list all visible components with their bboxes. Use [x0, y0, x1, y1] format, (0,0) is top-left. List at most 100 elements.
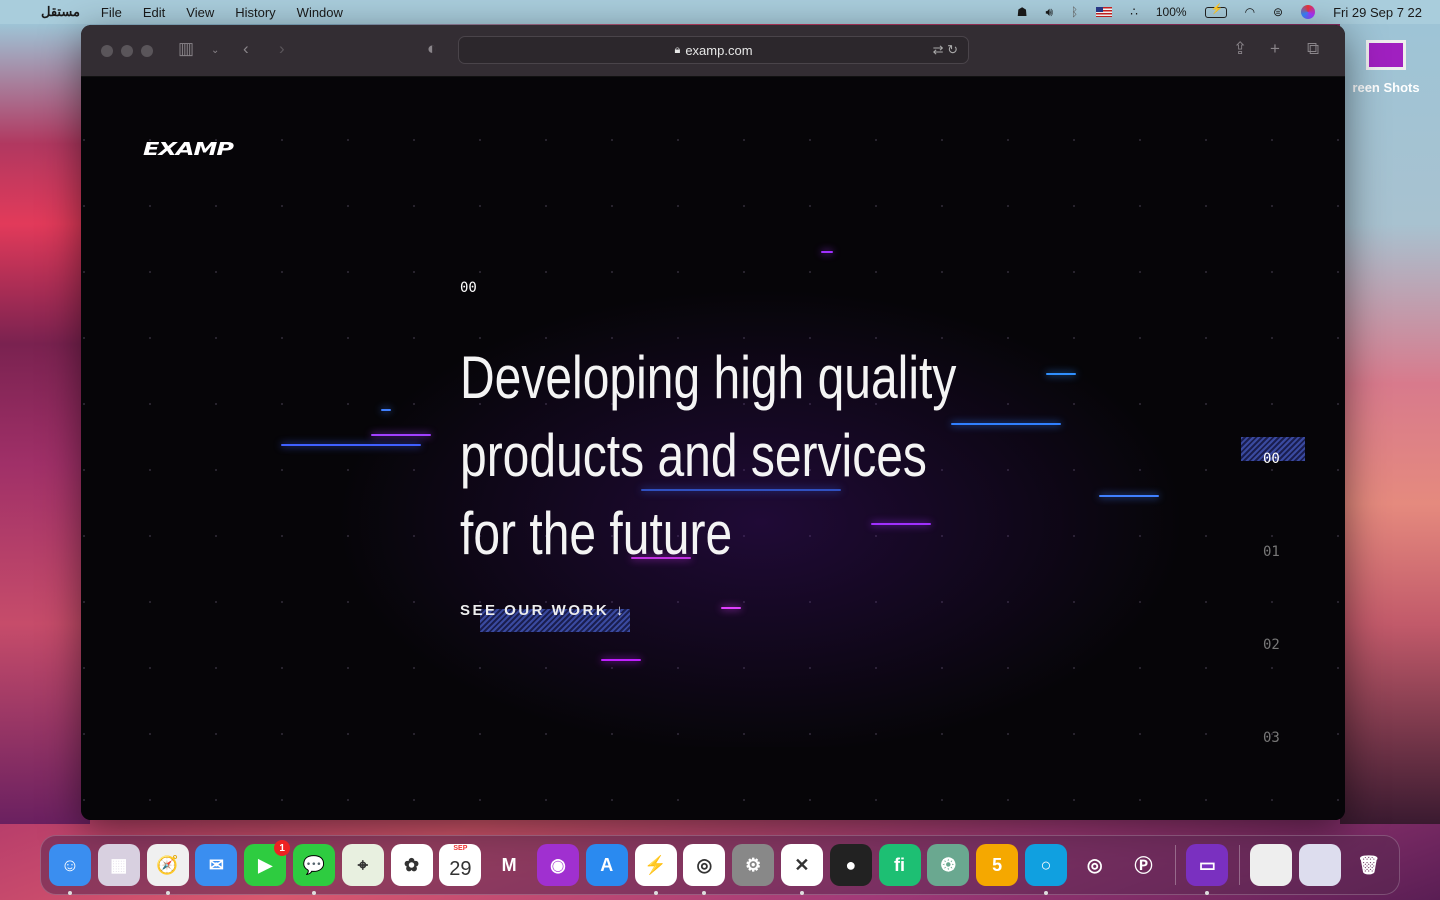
vscode-icon: ✕ [794, 854, 810, 875]
dock-item-vscode[interactable]: ✕ [780, 844, 823, 895]
zoom-button[interactable] [141, 45, 153, 57]
app-p-icon: Ⓟ [1134, 856, 1153, 876]
recorder-icon: ● [845, 854, 857, 875]
back-icon[interactable]: ‹ [243, 39, 249, 59]
light-streak [1046, 373, 1076, 375]
dock-item-messenger[interactable]: ⚡ [634, 844, 677, 895]
sidebar-icon[interactable]: ▥ [178, 39, 194, 59]
status-dots-icon[interactable]: ∴ [1130, 5, 1138, 19]
desktop-wallpaper-right [1340, 24, 1440, 824]
dock-item-fiverr[interactable]: fi [878, 844, 921, 886]
pager-item-00[interactable]: 00 [1241, 437, 1305, 467]
running-indicator [311, 891, 316, 895]
podcast-app-icon: ◎ [1086, 854, 1103, 875]
dock-item-mail[interactable]: ✉ [195, 844, 238, 886]
close-button[interactable] [101, 45, 113, 57]
menu-window[interactable]: Window [297, 5, 343, 20]
dock-item-maps[interactable]: ⌖ [341, 844, 384, 886]
new-tab-icon[interactable]: + [1270, 39, 1280, 59]
app-circle-icon: ○ [1040, 854, 1052, 875]
dock-item-app-5[interactable]: 5 [976, 844, 1019, 886]
desktop-folder-screenshots[interactable]: reen Shots [1346, 40, 1426, 95]
pager-item-03[interactable]: 03 [1241, 716, 1305, 746]
menu-history[interactable]: History [235, 5, 275, 20]
running-indicator [799, 891, 804, 895]
hero-headline: Developing high quality products and ser… [460, 339, 1020, 573]
dock-item-photos[interactable]: ✿ [390, 844, 433, 886]
menu-file[interactable]: File [101, 5, 122, 20]
see-our-work-link[interactable]: SEE OUR WORK ↓ [460, 602, 626, 619]
dock-item-finder[interactable]: ☺ [49, 844, 91, 895]
control-center-icon[interactable]: ⊜ [1273, 5, 1283, 19]
dock-item-trash[interactable]: 🗑 [1348, 844, 1390, 886]
wifi-icon[interactable]: ◠ [1245, 5, 1255, 19]
messages-icon: 💬 [302, 854, 326, 875]
headline-line: products and services [460, 422, 927, 489]
dock-item-calendar[interactable]: SEP 29 [439, 844, 482, 886]
running-indicator [702, 891, 707, 895]
menu-app-name[interactable]: مستقل [41, 4, 80, 20]
running-indicator [165, 891, 170, 895]
dock-item-safari[interactable]: 🧭 [146, 844, 189, 895]
safari-icon: 🧭 [156, 854, 179, 875]
dock-item-launchpad[interactable]: ▦ [97, 844, 140, 886]
dock-item-window-thumb-app[interactable] [1298, 844, 1341, 886]
translate-reload-icon[interactable]: ⇄ ↻ [933, 42, 958, 58]
dock-item-facetime[interactable]: ▶ 1 [244, 840, 291, 886]
dock-item-system-preferences[interactable]: ⚙ [732, 844, 775, 886]
dock-item-podcasts[interactable]: ◉ [536, 844, 579, 886]
site-logo[interactable]: EXAMP [143, 139, 234, 160]
bluetooth-icon[interactable]: ᛒ [1071, 5, 1078, 19]
battery-percent[interactable]: 100% [1156, 5, 1187, 19]
dock-item-app-circle[interactable]: ○ [1024, 844, 1067, 895]
menu-bar: مستقل File Edit View History Window ☗ 🔊︎… [0, 0, 1440, 24]
dock-item-messages[interactable]: 💬 [292, 844, 335, 895]
dock-item-app-store[interactable]: A [585, 844, 628, 886]
dock-separator [1239, 845, 1241, 885]
dock-item-app-p[interactable]: Ⓟ [1123, 844, 1165, 886]
menu-edit[interactable]: Edit [143, 5, 165, 20]
podcasts-icon: ◉ [550, 854, 566, 875]
dock: ☺ ▦ 🧭 ✉ ▶ 1 💬 ⌖ ✿ SEP 29 M ◉ A ⚡ ◎ ⚙ ✕ ● fi ❂ 5 ○ ◎ Ⓟ ▭ 🗑 [40, 835, 1400, 895]
finder-icon: ☺ [60, 854, 80, 875]
mail-icon: ✉ [208, 854, 224, 875]
light-streak [281, 444, 421, 446]
forward-icon[interactable]: › [279, 39, 285, 59]
address-bar[interactable]: 🔒︎ examp.com ⇄ ↻ [458, 36, 969, 64]
browser-window: ▥ ⌄ ‹ › ◐ 🔒︎ examp.com ⇄ ↻ ⇪ + ⧉ EXAMP 0… [81, 25, 1345, 820]
menu-view[interactable]: View [186, 5, 214, 20]
share-icon[interactable]: ⇪ [1233, 39, 1247, 59]
trash-icon: 🗑 [1357, 854, 1381, 875]
light-streak [721, 607, 741, 609]
dock-item-window-thumb-chrome[interactable] [1250, 844, 1293, 886]
pager-item-01[interactable]: 01 [1241, 530, 1305, 560]
dock-item-recorder[interactable]: ● [829, 844, 872, 886]
notification-badge: 1 [274, 840, 291, 856]
dock-item-podcast-app[interactable]: ◎ [1074, 844, 1116, 886]
facetime-icon: ▶ [258, 854, 273, 875]
dock-item-chatgpt[interactable]: ❂ [927, 844, 970, 886]
light-streak [601, 659, 641, 661]
battery-icon[interactable] [1204, 4, 1227, 18]
dock-separator [1175, 845, 1177, 885]
folder-thumbnail [1366, 40, 1406, 70]
privacy-shield-icon[interactable]: ◐ [427, 39, 437, 59]
folder-label: reen Shots [1352, 80, 1420, 95]
disk-utility-icon: ▭ [1198, 854, 1216, 875]
pager-item-02[interactable]: 02 [1241, 623, 1305, 653]
chrome-icon: ◎ [696, 854, 713, 875]
siri-icon[interactable] [1301, 5, 1316, 19]
tab-overview-icon[interactable]: ⧉ [1307, 39, 1319, 59]
dock-item-chrome[interactable]: ◎ [683, 844, 726, 895]
hotspot-icon[interactable]: ☗ [1017, 5, 1028, 19]
input-source-flag-icon[interactable] [1096, 7, 1113, 17]
clock[interactable]: Fri 29 Sep 7 22 [1333, 5, 1422, 20]
dock-item-gmail[interactable]: M [488, 844, 530, 886]
calendar-icon: 29 [449, 857, 472, 880]
desktop-wallpaper-left [0, 24, 90, 824]
minimize-button[interactable] [121, 45, 133, 57]
app-store-icon: A [600, 854, 614, 875]
volume-icon[interactable]: 🔊︎ [1045, 5, 1053, 20]
chevron-down-icon[interactable]: ⌄ [211, 45, 219, 56]
dock-item-disk-utility[interactable]: ▭ [1186, 844, 1229, 895]
